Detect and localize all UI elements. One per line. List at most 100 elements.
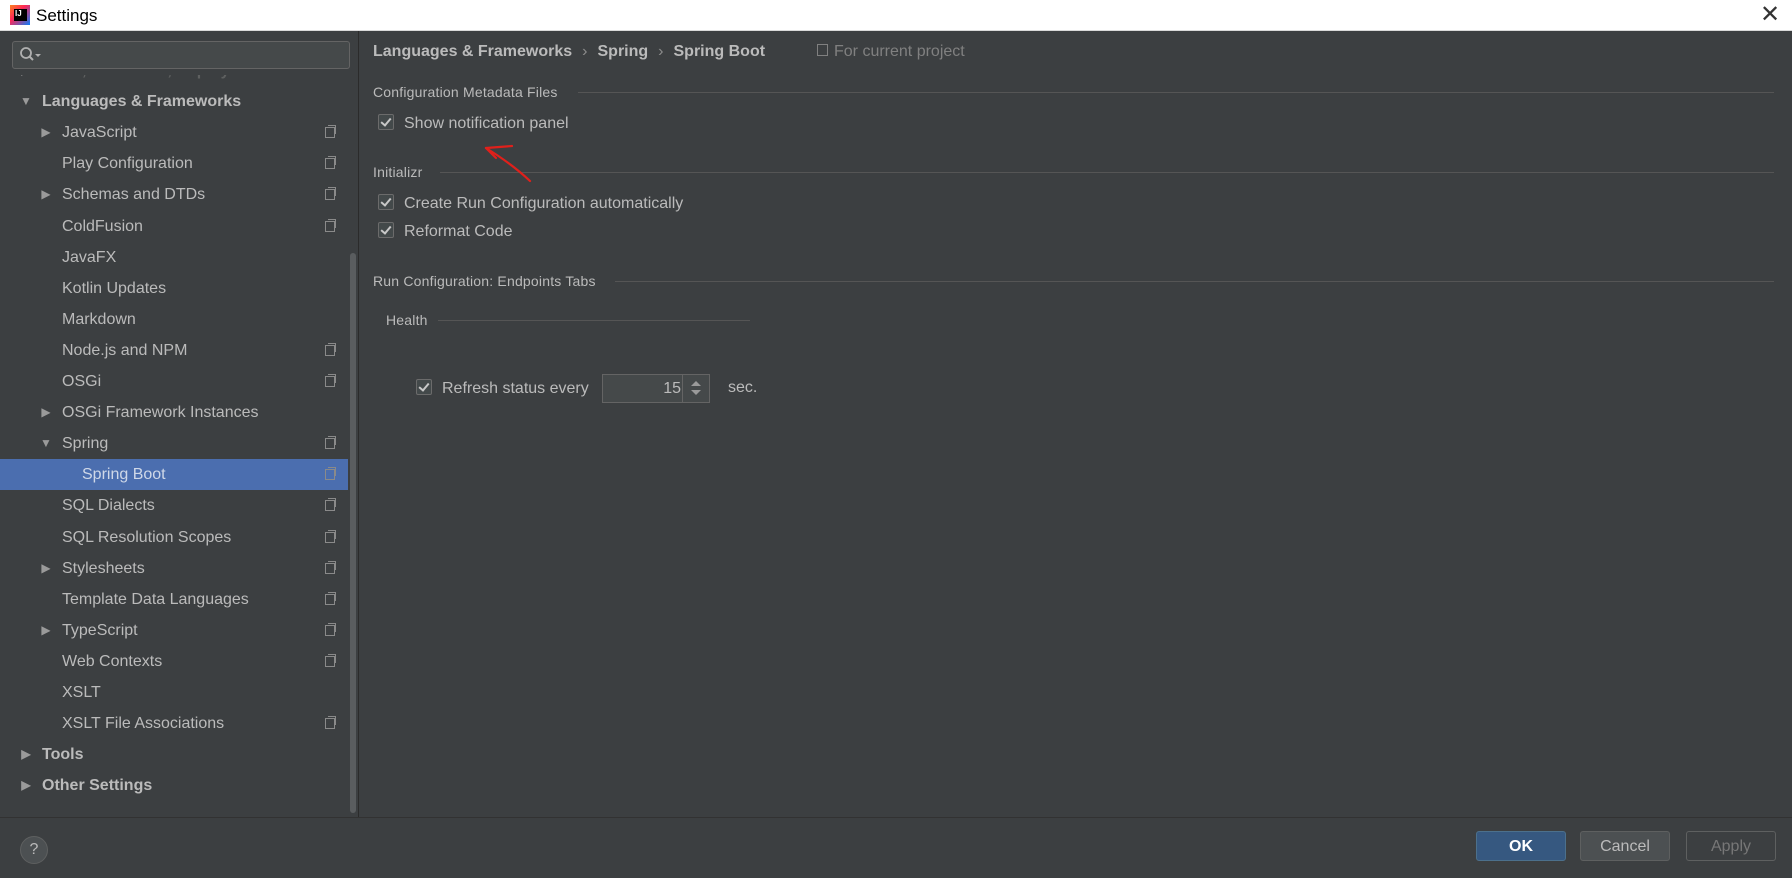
show-notification-panel-checkbox[interactable]: Show notification panel — [378, 114, 569, 134]
project-scope-icon — [817, 44, 828, 56]
section-title-metadata: Configuration Metadata Files — [373, 84, 558, 100]
sidebar-item-xslt[interactable]: XSLT — [0, 677, 348, 708]
checkbox-checked-icon[interactable] — [378, 114, 394, 130]
create-run-config-checkbox[interactable]: Create Run Configuration automatically — [378, 194, 683, 214]
refresh-status-checkbox[interactable]: Refresh status every — [416, 379, 589, 399]
sidebar-item-spring[interactable]: ▼ Spring — [0, 428, 348, 459]
breadcrumb-separator: › — [658, 43, 664, 60]
sidebar-item-label: XSLT — [62, 684, 101, 701]
chevron-right-icon[interactable]: ▶ — [18, 739, 34, 770]
breadcrumb-item[interactable]: Languages & Frameworks — [373, 43, 572, 60]
apply-button[interactable]: Apply — [1686, 831, 1776, 861]
sidebar-item-label: SQL Dialects — [62, 497, 155, 515]
intellij-app-icon: IJ — [10, 5, 30, 25]
sidebar-item-xslt-file-associations[interactable]: XSLT File Associations — [0, 708, 348, 739]
settings-tree: ▶ Build, Execution, Deployment ▼ Languages … — [0, 75, 348, 817]
breadcrumb-separator: › — [582, 43, 588, 60]
chevron-right-icon[interactable]: ▶ — [18, 75, 34, 86]
refresh-interval-spinner[interactable]: 15 — [602, 374, 710, 403]
sidebar-item-coldfusion[interactable]: ColdFusion — [0, 211, 348, 242]
project-scope-icon — [325, 218, 336, 232]
close-icon[interactable]: ✕ — [1758, 3, 1782, 27]
sidebar-item-label: Languages & Frameworks — [42, 93, 242, 111]
project-scope-icon — [325, 374, 336, 387]
project-scope-icon — [325, 529, 336, 543]
project-scope-icon — [325, 342, 336, 356]
breadcrumb-item[interactable]: Spring — [598, 43, 649, 60]
sidebar-scrollbar[interactable] — [348, 75, 358, 817]
search-icon — [20, 47, 41, 61]
sidebar-item-other-settings[interactable]: ▶ Other Settings — [0, 770, 348, 801]
sidebar-item-languages-frameworks[interactable]: ▼ Languages & Frameworks — [0, 86, 348, 117]
sidebar-item-schemas-and-dtds[interactable]: ▶ Schemas and DTDs — [0, 179, 348, 210]
checkbox-checked-icon[interactable] — [378, 222, 394, 238]
section-divider — [578, 92, 1774, 93]
spinner-up-icon[interactable] — [691, 381, 701, 386]
sidebar-item-osgi[interactable]: OSGi — [0, 366, 348, 397]
sidebar-item-label: Web Contexts — [62, 652, 163, 670]
settings-content: Languages & Frameworks › Spring › Spring Boo… — [360, 31, 1792, 817]
breadcrumb-item: Spring Boot — [673, 43, 766, 60]
checkbox-checked-icon[interactable] — [416, 379, 432, 395]
chevron-right-icon[interactable]: ▶ — [38, 553, 54, 584]
project-scope-icon — [325, 467, 336, 481]
sidebar-scroll-thumb[interactable] — [350, 253, 356, 813]
chevron-right-icon[interactable]: ▶ — [38, 615, 54, 646]
section-divider — [615, 281, 1774, 282]
sidebar-item-label: Build, Execution, Deployment — [42, 75, 268, 86]
spinner-down-icon[interactable] — [691, 390, 701, 395]
project-scope-icon — [325, 591, 336, 605]
sidebar-item-tools[interactable]: ▶ Tools — [0, 739, 348, 770]
checkbox-label: Create Run Configuration automatically — [404, 195, 684, 212]
spinner-buttons[interactable] — [682, 375, 709, 402]
sidebar-item-sql-resolution-scopes[interactable]: SQL Resolution Scopes — [0, 522, 348, 553]
sidebar-item-label: Play Configuration — [62, 155, 193, 173]
sidebar-item-stylesheets[interactable]: ▶ Stylesheets — [0, 553, 348, 584]
sidebar-item-osgi-framework-instances[interactable]: ▶ OSGi Framework Instances — [0, 397, 348, 428]
search-input[interactable] — [12, 41, 350, 69]
section-divider — [438, 320, 750, 321]
sidebar-item-label: Tools — [42, 746, 84, 764]
sidebar-item-label: ColdFusion — [62, 217, 143, 235]
sidebar-item-play-configuration[interactable]: Play Configuration — [0, 148, 348, 179]
sidebar-item-label: Markdown — [62, 310, 136, 328]
project-scope-icon — [325, 187, 336, 201]
refresh-interval-value[interactable]: 15 — [603, 375, 681, 402]
sidebar-item-web-contexts[interactable]: Web Contexts — [0, 646, 348, 677]
help-button[interactable]: ? — [20, 836, 48, 864]
sidebar-item-label: JavaScript — [62, 124, 137, 142]
chevron-right-icon[interactable]: ▶ — [38, 397, 54, 428]
sidebar-item-typescript[interactable]: ▶ TypeScript — [0, 615, 348, 646]
sidebar-item-label: Spring — [62, 435, 109, 453]
scope-label-text: For current project — [834, 43, 965, 60]
sidebar-item-label: Template Data Languages — [62, 590, 249, 608]
checkbox-label: Show notification panel — [404, 115, 569, 132]
sidebar-item-markdown[interactable]: Markdown — [0, 304, 348, 335]
sidebar-item-node-js-and-npm[interactable]: Node.js and NPM — [0, 335, 348, 366]
ok-button[interactable]: OK — [1476, 831, 1566, 861]
sidebar-item-label: Schemas and DTDs — [62, 186, 206, 204]
section-divider — [440, 172, 1774, 173]
sidebar-item-label: XSLT File Associations — [62, 715, 225, 733]
chevron-right-icon[interactable]: ▶ — [18, 770, 34, 801]
reformat-code-checkbox[interactable]: Reformat Code — [378, 222, 513, 242]
checkbox-checked-icon[interactable] — [378, 194, 394, 210]
window-title: Settings — [36, 6, 98, 25]
sidebar-item-javascript[interactable]: ▶ JavaScript — [0, 117, 348, 148]
chevron-down-icon[interactable]: ▼ — [18, 86, 34, 117]
sidebar-item-spring-boot[interactable]: Spring Boot — [0, 459, 348, 491]
cancel-button[interactable]: Cancel — [1580, 831, 1670, 861]
sidebar-item-javafx[interactable]: JavaFX — [0, 242, 348, 273]
sidebar-item-build-execution-deployment[interactable]: ▶ Build, Execution, Deployment — [0, 75, 348, 86]
sidebar-item-template-data-languages[interactable]: Template Data Languages — [0, 584, 348, 615]
chevron-right-icon[interactable]: ▶ — [38, 179, 54, 210]
sidebar-item-label: Spring Boot — [82, 466, 166, 484]
sidebar-item-kotlin-updates[interactable]: Kotlin Updates — [0, 273, 348, 304]
sidebar-item-label: JavaFX — [62, 248, 117, 266]
window-titlebar: IJ Settings ✕ — [0, 0, 1792, 31]
project-scope-icon — [325, 560, 336, 574]
sidebar-item-sql-dialects[interactable]: SQL Dialects — [0, 490, 348, 521]
chevron-right-icon[interactable]: ▶ — [38, 117, 54, 148]
project-scope-icon — [325, 716, 336, 730]
chevron-down-icon[interactable]: ▼ — [38, 428, 54, 459]
